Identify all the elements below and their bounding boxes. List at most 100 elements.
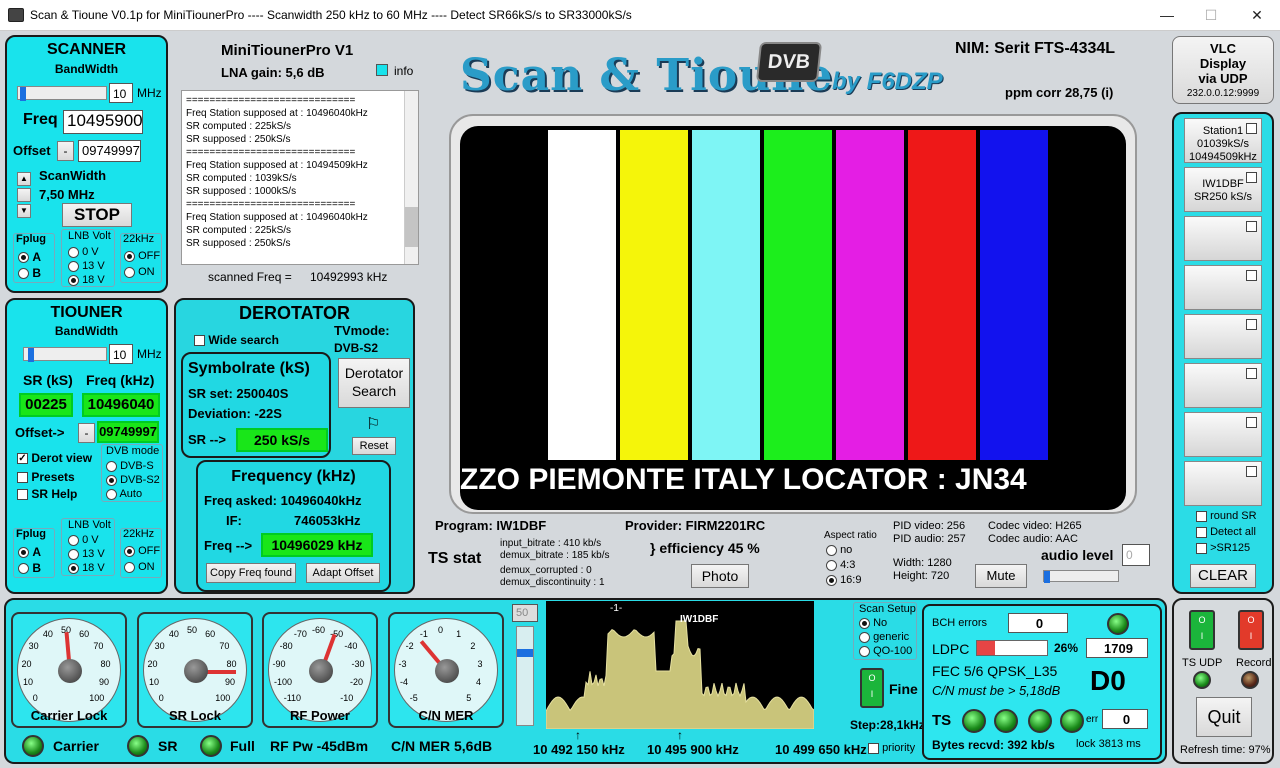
tiouner-fplug-b[interactable]: B [18,561,41,575]
app-icon [8,8,24,22]
derotator-search-button[interactable]: Derotator Search [338,358,410,408]
aspect-169-radio[interactable]: 16:9 [826,574,861,586]
tiouner-lnb-13[interactable]: 13 V [68,548,105,560]
stop-button[interactable]: STOP [62,203,132,227]
scanwidth-up-button[interactable]: ▲ [17,172,31,186]
refresh-time: Refresh time: 97% [1180,744,1271,756]
station-button-empty[interactable] [1184,314,1262,359]
spectrum-display[interactable]: -1- IW1DBF [546,601,814,729]
video-display[interactable]: ZZO PIEMONTE ITALY LOCATOR : JN34 [460,126,1126,510]
tiouner-lnb-0[interactable]: 0 V [68,534,99,546]
sr-help-checkbox[interactable]: SR Help [17,487,77,501]
photo-button[interactable]: Photo [691,564,749,588]
scanner-lnb-13[interactable]: 13 V [68,260,105,272]
station-button-empty[interactable] [1184,363,1262,408]
sr125-checkbox[interactable]: >SR125 [1196,542,1250,554]
spectrum-level-field[interactable]: 50 [512,604,538,622]
scanner-22khz-on[interactable]: ON [124,266,155,278]
scanner-lnb-0[interactable]: 0 V [68,246,99,258]
gauge-tick: 10 [148,677,159,688]
tiouner-22khz-on[interactable]: ON [124,561,155,573]
station-checkbox[interactable] [1246,172,1257,183]
scan-generic-radio[interactable]: generic [859,631,909,643]
reset-button[interactable]: Reset [352,437,396,455]
tiouner-offset-sign[interactable]: - [78,423,95,443]
dvb-s2-radio[interactable]: DVB-S2 [106,474,160,486]
minimize-button[interactable]: — [1152,5,1182,25]
copy-freq-button[interactable]: Copy Freq found [206,563,296,583]
station-slot-checkbox[interactable] [1246,319,1257,330]
station-button-empty[interactable] [1184,216,1262,261]
scanner-lnb-18[interactable]: 18 V [68,274,105,286]
station-slot-checkbox[interactable] [1246,270,1257,281]
tiouner-lnb-18[interactable]: 18 V [68,562,105,574]
round-sr-checkbox[interactable]: round SR [1196,510,1257,522]
station-button-2[interactable]: IW1DBF SR250 kS/s [1184,167,1262,212]
ts-udp-label: TS UDP [1182,657,1223,669]
scan-log[interactable]: ============================= Freq Statio… [181,90,419,265]
station-button-empty[interactable] [1184,412,1262,457]
scanwidth-mid-button[interactable] [17,188,31,202]
aspect-no-radio[interactable]: no [826,544,852,556]
scanner-bandwidth-slider[interactable] [17,86,107,101]
wide-search-checkbox[interactable]: Wide search [194,333,279,347]
tiouner-bandwidth-field[interactable]: 10 [109,344,133,364]
gauge-tick: 30 [28,641,39,652]
info-checkbox[interactable] [376,64,388,76]
scanner-bandwidth-field[interactable]: 10 [109,83,133,103]
station-slot-checkbox[interactable] [1246,221,1257,232]
symbolrate-title: Symbolrate (kS) [188,360,310,377]
dvb-mode-label: DVB mode [106,445,160,457]
fec-label: FEC 5/6 QPSK_L35 [932,663,1058,679]
gauge-hub [309,659,333,683]
scan-no-radio[interactable]: No [859,617,887,629]
scanner-fplug-b[interactable]: B [18,266,41,280]
maximize-button[interactable]: ☐ [1196,5,1226,25]
rf-power-readout: RF Pw -45dBm [270,738,369,754]
scan-qo100-radio[interactable]: QO-100 [859,645,912,657]
fine-toggle[interactable]: OI [860,668,884,708]
station-button-1[interactable]: Station1 01039kS/s 10494509kHz [1184,118,1262,163]
ts-udp-toggle[interactable]: OI [1189,610,1215,650]
station-checkbox[interactable] [1246,123,1257,134]
gauge-tick: 80 [100,658,111,669]
station-button-empty[interactable] [1184,461,1262,506]
gauge-tick: -60 [312,625,326,635]
scanner-fplug-a[interactable]: A [18,250,41,264]
priority-checkbox[interactable]: priority [868,742,915,754]
derot-view-checkbox[interactable]: ✓ Derot view [17,451,92,465]
station-button-empty[interactable] [1184,265,1262,310]
log-scrollbar[interactable] [404,91,418,264]
tiouner-22khz-off[interactable]: OFF [124,545,160,557]
scanner-fplug-label: Fplug [16,233,46,245]
ts-led-2 [994,709,1018,733]
dvb-s-radio[interactable]: DVB-S [106,460,154,472]
audio-level-field[interactable]: 0 [1122,544,1150,566]
aspect-43-radio[interactable]: 4:3 [826,559,855,571]
audio-level-slider[interactable] [1043,570,1119,583]
close-button[interactable]: ✕ [1242,5,1272,25]
scanner-offset-sign[interactable]: - [57,141,74,161]
record-toggle[interactable]: OI [1238,610,1264,650]
station-slot-checkbox[interactable] [1246,368,1257,379]
scanwidth-down-button[interactable]: ▼ [17,204,31,218]
presets-checkbox[interactable]: Presets [17,470,75,484]
scanner-offset-field[interactable]: 09749997 [78,140,141,162]
tiouner-bandwidth-slider[interactable] [23,347,107,362]
gauge-hub [184,659,208,683]
tiouner-fplug-a[interactable]: A [18,545,41,559]
mute-button[interactable]: Mute [975,564,1027,588]
scanner-22khz-off[interactable]: OFF [124,250,160,262]
clear-button[interactable]: CLEAR [1190,564,1256,588]
detect-all-checkbox[interactable]: Detect all [1196,526,1256,538]
spectrum-level-slider[interactable] [516,626,534,726]
gauge-tick: 30 [154,641,165,652]
vlc-display-button[interactable]: VLC Display via UDP 232.0.0.12:9999 [1172,36,1274,104]
adapt-offset-button[interactable]: Adapt Offset [306,563,380,583]
quit-button[interactable]: Quit [1196,697,1252,737]
scanner-freq-field[interactable]: 10495900 [63,110,143,134]
dvb-auto-radio[interactable]: Auto [106,488,142,500]
station-slot-checkbox[interactable] [1246,417,1257,428]
station-slot-checkbox[interactable] [1246,466,1257,477]
gauge-hub [58,659,82,683]
